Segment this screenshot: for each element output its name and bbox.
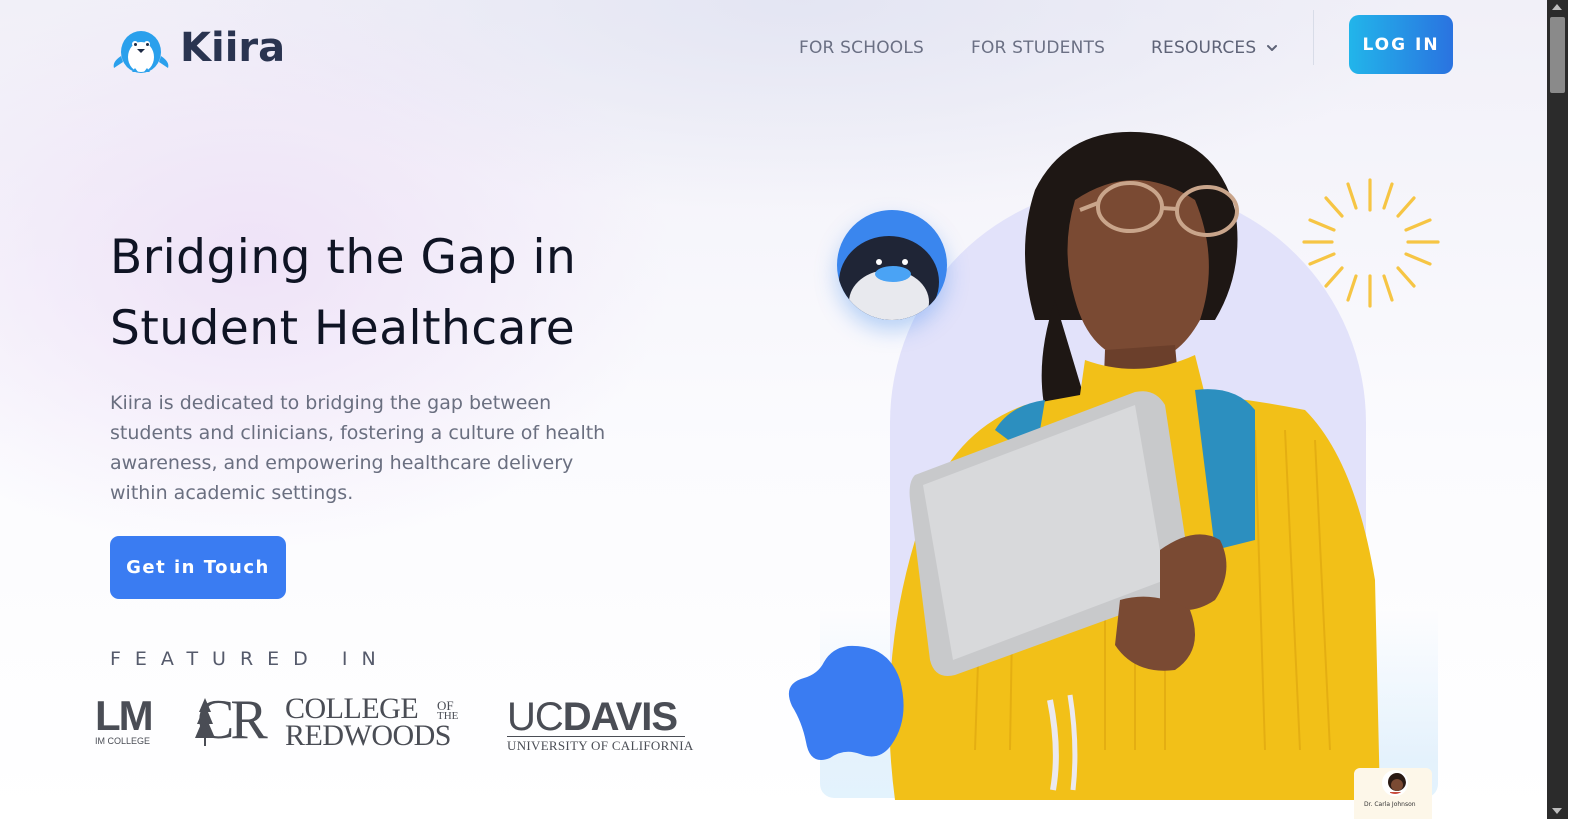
penguin-mascot-bubble: [837, 210, 947, 320]
brand-logo[interactable]: Kiira: [110, 22, 285, 74]
cr-mark: CR: [197, 689, 268, 751]
login-button[interactable]: LOG IN: [1349, 15, 1453, 74]
page-scrollbar[interactable]: [1547, 0, 1568, 819]
uc-davis-logo: UCDAVIS UNIVERSITY OF CALIFORNIA: [507, 695, 693, 753]
ucd-subtitle: UNIVERSITY OF CALIFORNIA: [507, 736, 694, 753]
penguin-mascot-icon: [839, 236, 939, 320]
ucd-uc: UC: [507, 695, 564, 739]
nav-for-students[interactable]: FOR STUDENTS: [971, 38, 1105, 58]
chevron-down-icon: [1267, 45, 1278, 51]
scroll-up-arrow-icon[interactable]: [1552, 4, 1562, 10]
lm-logo-mark: LM: [95, 696, 151, 739]
brand-name: Kiira: [180, 25, 286, 71]
hero-description: Kiira is dedicated to bridging the gap b…: [110, 392, 606, 504]
college-of-the-redwoods-logo: CR COLLEGE OF THE REDWOODS: [189, 690, 469, 752]
blue-blob-shape: [788, 645, 904, 760]
ucd-davis: DAVIS: [562, 695, 678, 739]
landing-page: Kiira FOR SCHOOLS FOR STUDENTS RESOURCES…: [0, 0, 1547, 819]
nav-resources-label: RESOURCES: [1151, 38, 1257, 58]
scrollbar-thumb[interactable]: [1550, 17, 1565, 93]
featured-in-label: FEATURED IN: [110, 648, 390, 670]
lm-logo-subtitle: IM COLLEGE: [95, 736, 151, 746]
hero-visual: Dr. Carla Johnson: [780, 110, 1460, 819]
doctor-avatar: [1382, 770, 1408, 796]
featured-logos: LM IM COLLEGE CR COLLEGE OF THE REDWOODS…: [95, 690, 695, 754]
nav-for-schools[interactable]: FOR SCHOOLS: [799, 38, 924, 58]
get-in-touch-button[interactable]: Get in Touch: [110, 536, 286, 599]
lm-college-logo: LM IM COLLEGE: [95, 696, 151, 748]
window-edge: [1568, 0, 1584, 819]
nav-divider: [1313, 10, 1314, 65]
cr-line2: REDWOODS: [285, 719, 452, 752]
scroll-down-arrow-icon[interactable]: [1552, 808, 1562, 814]
nav-resources[interactable]: RESOURCES: [1151, 38, 1278, 58]
penguin-logo-icon: [113, 31, 169, 73]
hero-headline: Bridging the Gap in Student Healthcare: [110, 230, 577, 356]
doctor-card: Dr. Carla Johnson: [1354, 768, 1432, 819]
doctor-name: Dr. Carla Johnson: [1364, 801, 1416, 808]
